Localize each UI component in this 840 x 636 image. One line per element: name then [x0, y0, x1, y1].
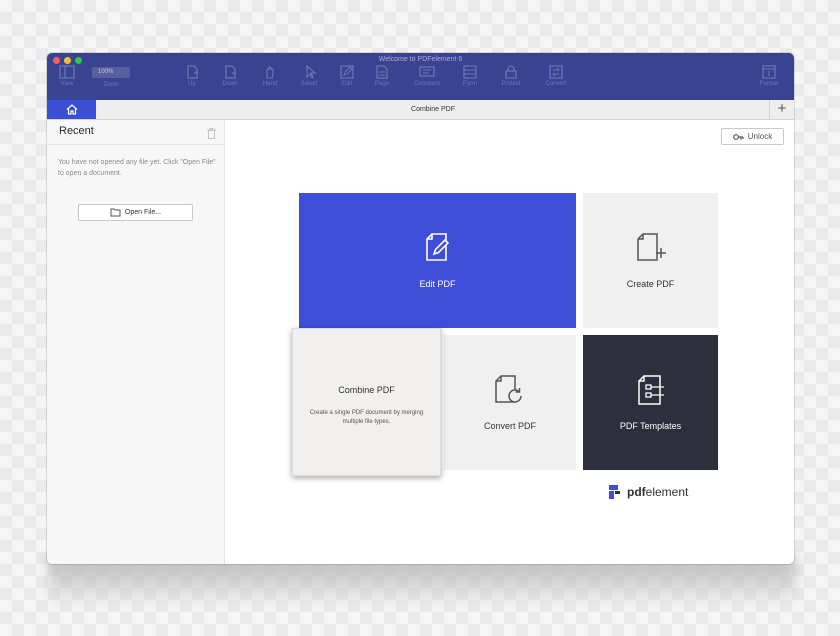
combine-pdf-card[interactable]: Combine PDF Create a single PDF document…: [292, 328, 441, 476]
toolbar-label: View: [60, 81, 74, 87]
toolbar-page-button[interactable]: Page: [367, 65, 397, 88]
toolbar-convert-button[interactable]: Convert: [541, 65, 571, 88]
toolbar-label: Up: [188, 81, 196, 87]
toolbar-select-button[interactable]: Select: [294, 65, 324, 88]
pdf-templates-card[interactable]: PDF Templates: [583, 335, 718, 470]
toolbar-protect-button[interactable]: Protect: [496, 65, 526, 88]
convert-pdf-icon: [495, 375, 522, 403]
toolbar-view-button[interactable]: View: [52, 65, 82, 88]
toolbar-edit-button[interactable]: Edit: [332, 65, 362, 88]
open-file-button[interactable]: Open File...: [78, 204, 193, 221]
page-up-icon: [187, 65, 199, 79]
title-bar: Welcome to PDFelement 6 View 100% Zoom U…: [47, 53, 794, 100]
convert-icon: [549, 65, 563, 79]
toolbar-label: Format: [759, 81, 779, 87]
toolbar-form-button[interactable]: Form: [455, 65, 485, 88]
page-down-icon: [225, 65, 237, 79]
toolbar-label: Protect: [501, 81, 521, 87]
tab-bar: Combine PDF +: [47, 100, 794, 120]
open-file-label: Open File...: [124, 209, 162, 216]
toolbar-label: Select: [300, 81, 318, 87]
edit-pdf-label: Edit PDF: [419, 279, 456, 289]
edit-pdf-icon: [425, 233, 449, 261]
tab-home[interactable]: [47, 100, 96, 119]
convert-pdf-card[interactable]: Convert PDF: [444, 335, 576, 470]
toolbar-down-button[interactable]: Down: [215, 65, 245, 88]
sidebar-divider: [47, 144, 224, 145]
toolbar-label: Down: [222, 81, 238, 87]
brand-text: pdfelement: [627, 485, 688, 499]
zoom-value[interactable]: 100%: [92, 67, 130, 78]
toolbar-up-button[interactable]: Up: [177, 65, 207, 88]
lock-icon: [505, 65, 517, 79]
empty-recent-message: You have not opened any file yet. Click …: [58, 159, 216, 177]
form-icon: [463, 65, 477, 79]
unlock-label: Unlock: [747, 132, 773, 141]
toolbar-label: Comment: [413, 81, 440, 87]
sidebar-icon: [59, 65, 75, 79]
convert-pdf-label: Convert PDF: [483, 421, 536, 431]
trash-icon: [207, 128, 216, 139]
toolbar-label: Page: [374, 81, 389, 87]
unlock-button[interactable]: Unlock: [721, 128, 784, 145]
pdfelement-logo: pdfelement: [609, 485, 688, 499]
toolbar-comment-button[interactable]: Comment: [410, 65, 444, 88]
format-icon: [762, 65, 776, 79]
toolbar-zoom-control[interactable]: 100% Zoom: [91, 65, 131, 89]
tab-combine-pdf[interactable]: Combine PDF: [96, 100, 770, 119]
app-window: Welcome to PDFelement 6 View 100% Zoom U…: [47, 53, 794, 564]
create-pdf-label: Create PDF: [626, 279, 675, 289]
key-icon: [732, 133, 744, 140]
home-icon: [66, 104, 77, 115]
pdf-templates-label: PDF Templates: [619, 421, 682, 431]
window-title: Welcome to PDFelement 6: [378, 56, 463, 63]
new-tab-button[interactable]: +: [769, 100, 794, 119]
toolbar-hand-button[interactable]: Hand: [255, 65, 285, 88]
brand-bold: pdf: [627, 485, 646, 499]
toolbar-label: Hand: [262, 81, 278, 87]
create-pdf-icon: [636, 233, 666, 261]
toolbar-label: Zoom: [103, 82, 119, 88]
templates-icon: [637, 375, 664, 405]
cursor-icon: [306, 65, 317, 79]
clear-recent-button[interactable]: [207, 126, 216, 144]
combine-pdf-description: Create a single PDF document by merging …: [309, 410, 424, 425]
comment-icon: [419, 66, 435, 77]
toolbar-label: Convert: [545, 81, 567, 87]
toolbar-label: Edit: [341, 81, 353, 87]
toolbar-format-button[interactable]: Format: [754, 65, 784, 88]
combine-pdf-label: Combine PDF: [338, 385, 395, 395]
brand-rest: element: [645, 485, 689, 499]
recent-sidebar: Recent You have not opened any file yet.…: [47, 120, 225, 564]
hand-icon: [266, 66, 274, 79]
edit-pdf-card[interactable]: Edit PDF: [299, 193, 576, 328]
pdfelement-logo-icon: [609, 485, 620, 499]
folder-icon: [110, 208, 121, 217]
edit-icon: [340, 65, 354, 79]
page-icon: [376, 65, 388, 79]
toolbar-label: Form: [463, 81, 477, 87]
create-pdf-card[interactable]: Create PDF: [583, 193, 718, 328]
recent-heading: Recent: [59, 125, 94, 137]
